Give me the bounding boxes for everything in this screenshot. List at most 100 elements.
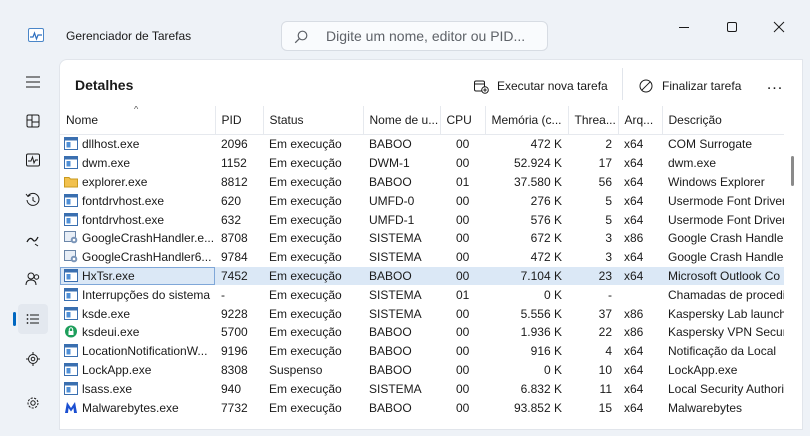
- process-name: ksdeui.exe: [82, 325, 140, 340]
- column-header-memory[interactable]: Memória (c...: [485, 106, 569, 135]
- nav-startup-apps[interactable]: [18, 225, 48, 255]
- cell-architecture: x64: [624, 212, 644, 227]
- hamburger-menu-button[interactable]: [18, 67, 48, 97]
- process-name: LocationNotificationW...: [82, 344, 208, 359]
- nav-details[interactable]: [13, 304, 48, 334]
- cell-threads: 4: [605, 344, 612, 359]
- table-row[interactable]: ksde.exe 9228 Em execução SISTEMA 00 5.556 K 3…: [60, 304, 784, 323]
- table-row[interactable]: dllhost.exe 2096 Em execução BABOO 00 472 K 2x…: [60, 135, 784, 154]
- nav-processes[interactable]: [18, 106, 48, 136]
- cell-user-name: BABOO: [363, 266, 440, 286]
- column-header-user-name[interactable]: Nome de u...: [363, 106, 441, 135]
- cell-cpu: 00: [456, 193, 470, 208]
- table-row[interactable]: ksdeui.exe 5700 Em execução BABOO 00 1.936 K 2…: [60, 323, 784, 342]
- app-title: Gerenciador de Tarefas: [66, 29, 192, 43]
- cell-name[interactable]: ksdeui.exe: [60, 323, 215, 342]
- cell-name[interactable]: Interrupções do sistema: [60, 285, 215, 304]
- cell-architecture: x64: [624, 400, 644, 415]
- close-button[interactable]: [764, 16, 794, 40]
- search-box[interactable]: [281, 21, 548, 51]
- cell-name[interactable]: lsass.exe: [60, 379, 215, 398]
- column-header-status[interactable]: Status: [263, 106, 364, 135]
- column-header-cpu[interactable]: CPU: [440, 106, 486, 135]
- minimize-button[interactable]: [669, 16, 699, 40]
- cell-status: Em execução: [269, 231, 342, 246]
- cell-pid: 632: [221, 212, 242, 227]
- cell-name[interactable]: ksde.exe: [60, 304, 215, 323]
- more-options-button[interactable]: ...: [760, 73, 790, 97]
- window-app-icon: [64, 344, 78, 358]
- cell-pid: 940: [221, 381, 242, 396]
- table-row[interactable]: fontdrvhost.exe 620 Em execução UMFD-0 00 276…: [60, 191, 784, 210]
- cell-name[interactable]: fontdrvhost.exe: [60, 191, 215, 210]
- nav-settings[interactable]: [18, 388, 48, 418]
- cell-memory: 7.104 K: [485, 266, 568, 286]
- column-header-pid[interactable]: PID: [215, 106, 264, 135]
- cell-threads: 23: [568, 266, 618, 286]
- cell-name[interactable]: dllhost.exe: [60, 135, 215, 154]
- performance-icon: [26, 153, 40, 167]
- cell-name[interactable]: explorer.exe: [60, 173, 215, 192]
- column-header-architecture[interactable]: Arq...: [618, 106, 663, 135]
- table-row[interactable]: dwm.exe 1152 Em execução DWM-1 00 52.924 K 17 x…: [60, 154, 784, 173]
- cell-status: Em execução: [269, 156, 342, 171]
- process-name: fontdrvhost.exe: [82, 193, 165, 208]
- cell-user-name: BABOO: [369, 400, 412, 415]
- cell-architecture: x64: [618, 266, 662, 286]
- cell-cpu: 00: [456, 156, 470, 171]
- table-row[interactable]: lsass.exe 940 Em execução SISTEMA 00 6.832 K 1…: [60, 379, 784, 398]
- column-header-name[interactable]: ^ Nome: [60, 106, 216, 135]
- nav-services[interactable]: [18, 344, 48, 374]
- cell-description: Google Crash Handler: [668, 231, 784, 246]
- search-input[interactable]: [326, 27, 541, 45]
- end-task-label: Finalizar tarefa: [662, 79, 742, 93]
- cell-name[interactable]: LocationNotificationW...: [60, 342, 215, 361]
- nav-app-history[interactable]: [18, 185, 48, 215]
- cell-memory: 37.580 K: [513, 174, 562, 189]
- window-app-icon: [64, 268, 78, 282]
- cell-user-name: BABOO: [369, 325, 412, 340]
- cell-name[interactable]: GoogleCrashHandler6...: [60, 248, 215, 267]
- cell-description: Windows Explorer: [668, 174, 765, 189]
- table-row[interactable]: explorer.exe 8812 Em execução BABOO 01 37.580…: [60, 173, 784, 192]
- cell-name[interactable]: HxTsr.exe: [60, 266, 215, 286]
- table-row[interactable]: Interrupções do sistema - Em execução SISTE…: [60, 285, 784, 304]
- page-title: Detalhes: [75, 77, 134, 93]
- cell-user-name: SISTEMA: [369, 287, 422, 302]
- table-row[interactable]: GoogleCrashHandler.e... 8708 Em execução SI…: [60, 229, 784, 248]
- cell-pid: 7732: [221, 400, 248, 415]
- cell-architecture: x86: [624, 325, 644, 340]
- column-header-description[interactable]: Descrição: [662, 106, 784, 135]
- users-icon: [25, 272, 40, 286]
- table-row[interactable]: LockApp.exe 8308 Suspenso BABOO 00 0 K 10 x64 Lo…: [60, 361, 784, 380]
- cell-name[interactable]: dwm.exe: [60, 154, 215, 173]
- nav-performance[interactable]: [18, 145, 48, 175]
- maximize-button[interactable]: [717, 16, 747, 40]
- cell-memory: 52.924 K: [513, 156, 562, 171]
- table-row[interactable]: fontdrvhost.exe 632 Em execução UMFD-1 00 576…: [60, 210, 784, 229]
- cell-description: Malwarebytes: [668, 400, 743, 415]
- table-row[interactable]: GoogleCrashHandler6... 9784 Em execução SIS…: [60, 248, 784, 267]
- cell-pid: 1152: [221, 156, 247, 171]
- cell-architecture: x64: [624, 137, 644, 152]
- cell-name[interactable]: LockApp.exe: [60, 361, 215, 380]
- nav-users[interactable]: [18, 264, 48, 294]
- table-row[interactable]: HxTsr.exe 7452 Em execução BABOO 00 7.104 K 23…: [60, 266, 784, 286]
- column-header-threads[interactable]: Threa...: [568, 106, 619, 135]
- window-app-icon: [64, 287, 78, 301]
- cell-description: LockApp.exe: [668, 362, 738, 377]
- cell-name[interactable]: GoogleCrashHandler.e...: [60, 229, 215, 248]
- cell-name[interactable]: fontdrvhost.exe: [60, 210, 215, 229]
- table-row[interactable]: Malwarebytes.exe 7732 Em execução BABOO 00 93…: [60, 398, 784, 417]
- cell-pid: 9228: [221, 306, 248, 321]
- cell-pid: 8308: [221, 362, 248, 377]
- cell-threads: 37: [598, 306, 612, 321]
- vertical-scrollbar-thumb[interactable]: [791, 156, 794, 186]
- cell-threads: 17: [598, 156, 612, 171]
- close-icon: [773, 21, 785, 33]
- cell-threads: 15: [598, 400, 612, 415]
- cell-name[interactable]: Malwarebytes.exe: [60, 398, 215, 417]
- end-task-button[interactable]: Finalizar tarefa: [638, 71, 741, 101]
- run-new-task-button[interactable]: Executar nova tarefa: [473, 71, 608, 101]
- table-row[interactable]: LocationNotificationW... 9196 Em execução B…: [60, 342, 784, 361]
